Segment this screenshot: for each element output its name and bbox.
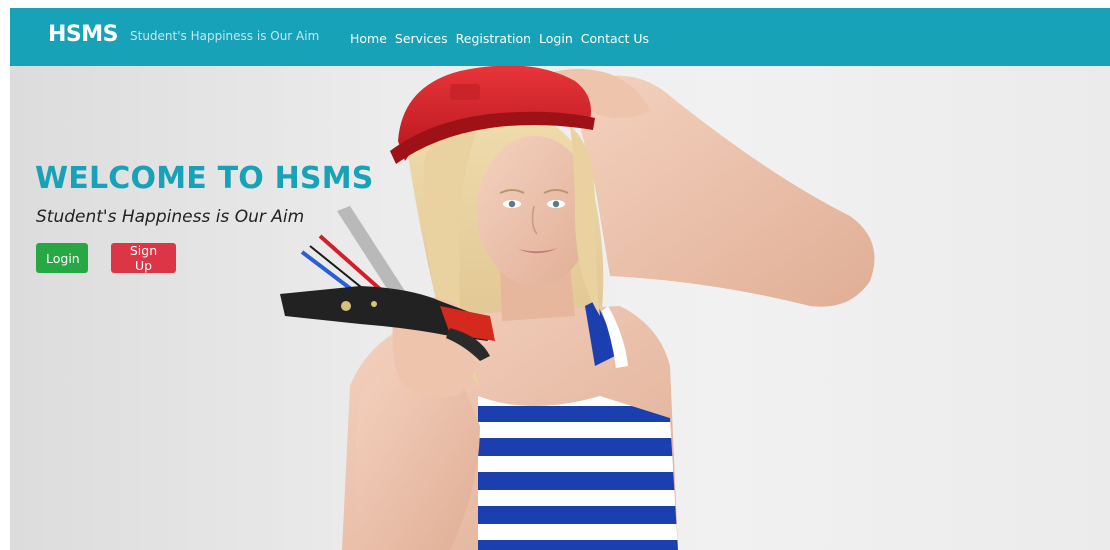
nav-link-contact-us[interactable]: Contact Us xyxy=(581,31,649,46)
nav-link-home[interactable]: Home xyxy=(350,31,387,46)
login-button[interactable]: Login xyxy=(36,243,88,273)
page: HSMS Student's Happiness is Our Aim Home… xyxy=(10,8,1110,550)
brand-logo[interactable]: HSMS xyxy=(48,22,119,47)
nav-link-registration[interactable]: Registration xyxy=(456,31,531,46)
hero-subtitle: Student's Happiness is Our Aim xyxy=(36,207,305,227)
nav-link-login[interactable]: Login xyxy=(539,31,573,46)
navbar: HSMS Student's Happiness is Our Aim Home… xyxy=(10,8,1110,66)
brand-tagline: Student's Happiness is Our Aim xyxy=(130,29,320,43)
hero-section: WELCOME TO HSMS Student's Happiness is O… xyxy=(10,66,1110,550)
nav-links: Home Services Registration Login Contact… xyxy=(350,28,657,47)
sign-up-button[interactable]: Sign Up xyxy=(111,243,176,273)
nav-link-services[interactable]: Services xyxy=(395,31,448,46)
hero-background-image xyxy=(280,66,875,550)
hero-title: WELCOME TO HSMS xyxy=(35,161,374,196)
